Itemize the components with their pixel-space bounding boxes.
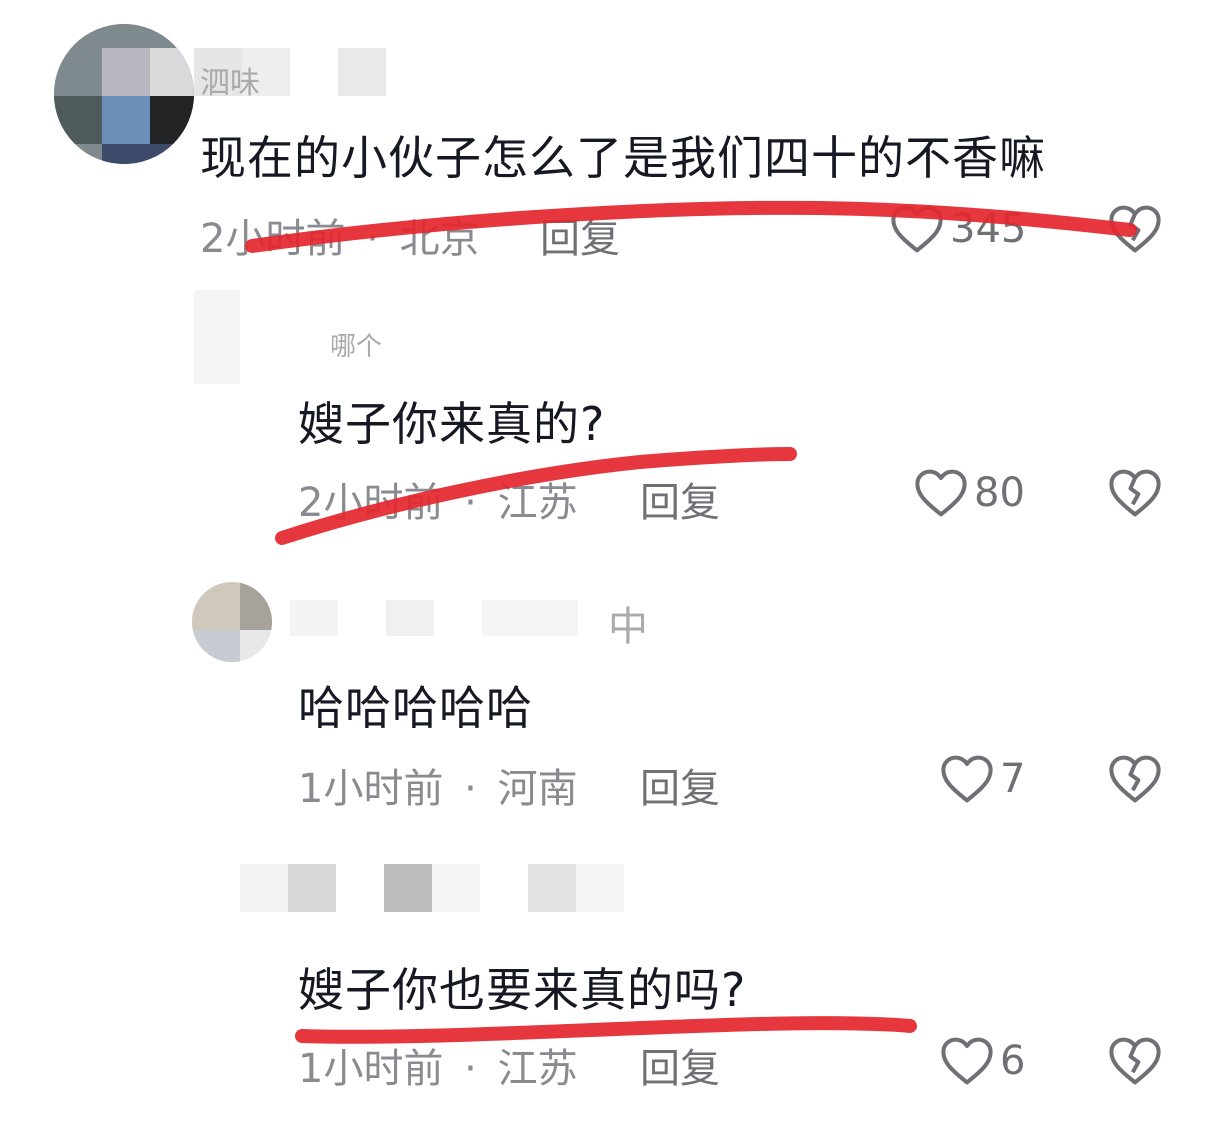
comment-time: 2小时前 bbox=[298, 480, 444, 526]
heart-outline-icon bbox=[940, 754, 994, 804]
comment-time: 2小时前 bbox=[200, 216, 346, 262]
comment-location: 江苏 bbox=[497, 480, 578, 526]
comment-meta: 2小时前 · 江苏 bbox=[298, 470, 578, 528]
meta-separator: · bbox=[464, 1046, 477, 1092]
like-count: 7 bbox=[1000, 756, 1026, 802]
like-button[interactable]: 7 bbox=[940, 754, 1025, 804]
comment-location: 北京 bbox=[399, 216, 480, 262]
like-button[interactable]: 345 bbox=[890, 204, 1026, 254]
comment-meta: 1小时前 · 江苏 bbox=[298, 1036, 578, 1094]
meta-separator: · bbox=[464, 766, 477, 812]
comment-text: 现在的小伙子怎么了是我们四十的不香嘛 bbox=[200, 131, 1046, 185]
like-count: 6 bbox=[1000, 1038, 1026, 1084]
avatar[interactable] bbox=[54, 24, 194, 164]
like-button[interactable]: 6 bbox=[940, 1036, 1025, 1086]
broken-heart-icon[interactable] bbox=[1108, 468, 1162, 518]
reply-button[interactable]: 回复 bbox=[640, 1036, 720, 1094]
heart-outline-icon bbox=[940, 1036, 994, 1086]
avatar[interactable] bbox=[192, 582, 272, 662]
reply-button[interactable]: 回复 bbox=[640, 470, 720, 528]
username[interactable]: 哪个 bbox=[330, 326, 382, 363]
meta-separator: · bbox=[366, 216, 379, 262]
like-count: 345 bbox=[950, 206, 1027, 252]
comment-meta: 1小时前 · 河南 bbox=[298, 756, 578, 814]
comment-meta: 2小时前 · 北京 bbox=[200, 206, 480, 264]
like-count: 80 bbox=[974, 470, 1025, 516]
comment-location: 江苏 bbox=[497, 1046, 578, 1092]
username[interactable]: 中 bbox=[608, 594, 648, 652]
reply-button[interactable]: 回复 bbox=[640, 756, 720, 814]
meta-separator: · bbox=[464, 480, 477, 526]
heart-outline-icon bbox=[914, 468, 968, 518]
comment-text: 嫂子你也要来真的吗? bbox=[298, 963, 747, 1017]
comment-text: 哈哈哈哈哈 bbox=[298, 681, 533, 735]
reply-button[interactable]: 回复 bbox=[540, 206, 620, 264]
comment-4: 嫂子你也要来真的吗? 1小时前 · 江苏 回复 6 bbox=[0, 850, 1224, 1140]
comment-time: 1小时前 bbox=[298, 766, 444, 812]
username[interactable]: 泗味 bbox=[200, 58, 260, 102]
comment-time: 1小时前 bbox=[298, 1046, 444, 1092]
comment-text: 嫂子你来真的? bbox=[298, 397, 606, 451]
broken-heart-icon[interactable] bbox=[1108, 754, 1162, 804]
comment-location: 河南 bbox=[497, 766, 578, 812]
like-button[interactable]: 80 bbox=[914, 468, 1025, 518]
comment-3: 中 哈哈哈哈哈 1小时前 · 河南 回复 7 bbox=[0, 566, 1224, 836]
comment-1: 泗味 现在的小伙子怎么了是我们四十的不香嘛 2小时前 · 北京 回复 345 bbox=[0, 0, 1224, 270]
heart-outline-icon bbox=[890, 204, 944, 254]
comment-2: 哪个 嫂子你来真的? 2小时前 · 江苏 回复 80 bbox=[0, 280, 1224, 550]
broken-heart-icon[interactable] bbox=[1108, 204, 1162, 254]
broken-heart-icon[interactable] bbox=[1108, 1036, 1162, 1086]
